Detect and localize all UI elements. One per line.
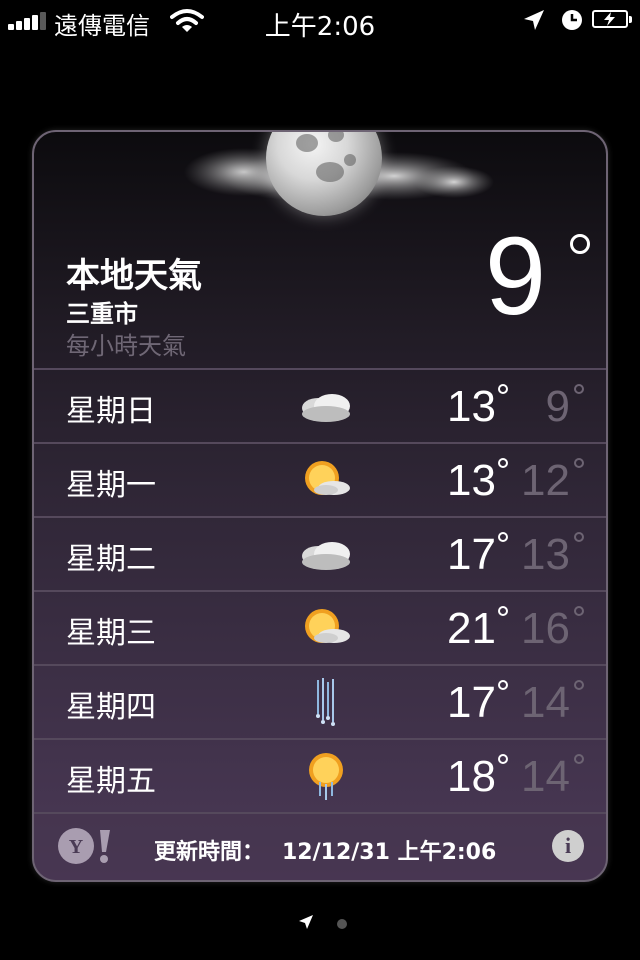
card-footer: Y 更新時間： 12/12/31 上午2:06 i: [34, 812, 606, 880]
current-location-page-icon: [298, 914, 314, 934]
forecast-day: 星期二: [66, 542, 156, 577]
forecast-low: 14: [521, 752, 570, 801]
forecast-low: 14: [521, 678, 570, 727]
forecast-low: 13: [521, 530, 570, 579]
last-updated-time: 12/12/31 上午2:06: [282, 840, 497, 865]
location-services-icon: [522, 8, 546, 36]
partly-sunny-icon: [296, 602, 356, 654]
degree-symbol: [574, 680, 584, 690]
degree-symbol: [498, 754, 508, 764]
page-dot[interactable]: [337, 919, 347, 929]
hourly-weather-link[interactable]: 每小時天氣: [66, 326, 186, 361]
yahoo-logo-icon[interactable]: Y: [54, 826, 126, 870]
degree-symbol: [574, 532, 584, 542]
city-name: 三重市: [66, 300, 138, 328]
current-temperature: 9: [484, 215, 546, 338]
forecast-high: 13: [447, 456, 496, 505]
forecast-high: 21: [447, 604, 496, 653]
forecast-day: 星期三: [66, 616, 156, 651]
forecast-high: 17: [447, 530, 496, 579]
forecast-low: 12: [521, 456, 570, 505]
degree-symbol: [574, 458, 584, 468]
degree-symbol: [498, 606, 508, 616]
forecast-row: 星期四 17 14: [34, 664, 606, 738]
forecast-row: 星期日 13 9: [34, 368, 606, 442]
degree-symbol: [570, 234, 590, 254]
degree-symbol: [574, 754, 584, 764]
forecast-day: 星期五: [66, 764, 156, 799]
forecast-high: 13: [447, 382, 496, 431]
forecast-row: 星期二 17 13: [34, 516, 606, 590]
current-conditions: 本地天氣 三重市 每小時天氣 9: [34, 222, 606, 368]
cloudy-icon: [296, 528, 356, 580]
page-indicator[interactable]: [0, 914, 640, 934]
forecast-day: 星期日: [66, 394, 156, 429]
rain-icon: [296, 676, 356, 728]
degree-symbol: [498, 532, 508, 542]
degree-symbol: [498, 384, 508, 394]
forecast-high: 17: [447, 678, 496, 727]
partly-sunny-icon: [296, 454, 356, 506]
forecast-day: 星期一: [66, 468, 156, 503]
forecast-low: 16: [521, 604, 570, 653]
forecast-low: 9: [545, 382, 570, 431]
degree-symbol: [498, 458, 508, 468]
svg-text:Y: Y: [69, 836, 84, 858]
info-button[interactable]: i: [552, 830, 584, 862]
forecast-list: 星期日 13 9 星期一 13 12 星期二 17 13 星期三 21 16 星…: [34, 368, 606, 812]
forecast-day: 星期四: [66, 690, 156, 725]
forecast-row: 星期三 21 16: [34, 590, 606, 664]
forecast-row: 星期五 18 14: [34, 738, 606, 812]
battery-charging-icon: [592, 10, 632, 28]
location-title: 本地天氣: [66, 256, 202, 296]
degree-symbol: [574, 606, 584, 616]
last-updated-label: 更新時間：: [154, 840, 265, 865]
degree-symbol: [498, 680, 508, 690]
alarm-icon: [560, 8, 584, 36]
status-bar: 遠傳電信 上午2:06: [0, 0, 640, 42]
cloudy-icon: [296, 380, 356, 432]
degree-symbol: [574, 384, 584, 394]
weather-card[interactable]: 本地天氣 三重市 每小時天氣 9 星期日 13 9 星期一 13 12 星期二 …: [32, 130, 608, 882]
forecast-row: 星期一 13 12: [34, 442, 606, 516]
sun-rain-icon: [296, 750, 356, 802]
forecast-high: 18: [447, 752, 496, 801]
